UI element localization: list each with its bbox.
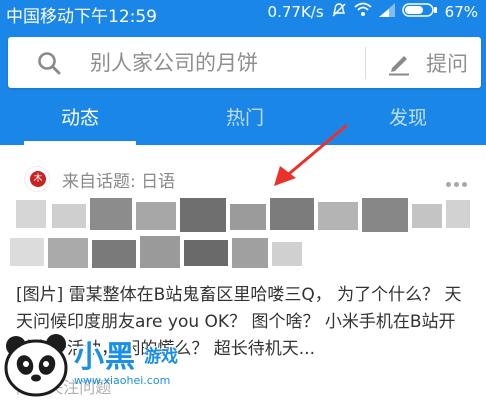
search-divider [365,47,366,79]
site-watermark: 小黑 游戏 www.xiaohei.com [0,326,200,401]
topic-source[interactable]: 木 来自话题: 日语 [24,164,175,194]
status-bar: 中国移动下午12:59 0.77K/s 67% [0,0,486,30]
more-options-icon[interactable] [446,172,472,187]
wifi-icon [354,2,372,22]
blurred-title [10,198,472,282]
search-bar: 提问 [8,37,481,88]
tab-hot[interactable]: 热门 [165,96,325,145]
topic-avatar: 木 [24,166,50,192]
ask-label: 提问 [426,52,468,76]
topic-avatar-mark: 木 [33,174,43,184]
watermark-url: www.xiaohei.com [74,374,171,387]
tab-feed[interactable]: 动态 [0,96,160,145]
signal-icon [378,3,395,21]
app-header: 中国移动下午12:59 0.77K/s 67% 别人家公司的月饼 提问 动态 热… [0,0,486,145]
search-input[interactable] [90,47,350,79]
panda-mascot-icon [4,334,68,397]
tab-hot-label: 热门 [225,107,264,129]
battery-percent: 67% [444,3,478,21]
watermark-subtitle: 游戏 [144,347,178,367]
search-icon[interactable] [36,50,62,76]
network-speed: 0.77K/s [267,3,324,21]
tab-discover[interactable]: 发现 [330,96,486,145]
battery-icon [401,2,438,22]
active-tab-indicator [24,141,136,145]
watermark-title: 小黑 [74,340,136,375]
tab-bar: 动态 热门 发现 [0,96,486,145]
status-icons: 0.77K/s 67% [268,2,478,22]
tab-feed-label: 动态 [60,107,99,129]
carrier-label: 中国移动 [6,7,74,27]
topic-source-label: 来自话题: 日语 [62,171,176,192]
status-time: 中国移动下午12:59 [6,2,157,27]
tab-discover-label: 发现 [388,107,427,129]
pencil-icon [389,56,409,76]
clock: 下午12:59 [74,7,157,27]
ask-question-button[interactable]: 提问 [380,45,476,81]
mute-icon [331,2,347,22]
